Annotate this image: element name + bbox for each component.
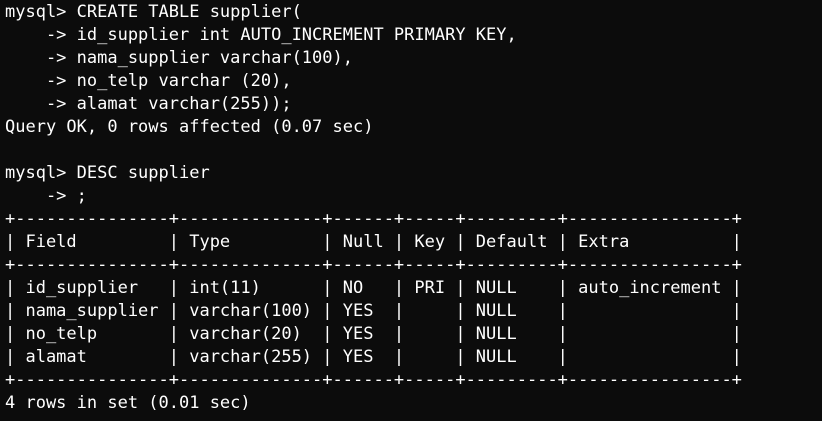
desc-command: mysql> DESC supplier — [5, 163, 210, 183]
table-row: | id_supplier | int(11) | NO | PRI | NUL… — [5, 278, 742, 298]
create-table-command: mysql> CREATE TABLE supplier( — [5, 2, 302, 22]
table-border-top: +---------------+--------------+------+-… — [5, 209, 742, 229]
table-border-bottom: +---------------+--------------+------+-… — [5, 370, 742, 390]
table-row: | nama_supplier | varchar(100) | YES | |… — [5, 301, 742, 321]
create-table-continuation-line: -> alamat varchar(255)); — [5, 94, 292, 114]
table-row: | alamat | varchar(255) | YES | | NULL |… — [5, 347, 742, 367]
create-table-continuation-line: -> nama_supplier varchar(100), — [5, 48, 353, 68]
create-table-continuation-line: -> id_supplier int AUTO_INCREMENT PRIMAR… — [5, 25, 517, 45]
table-header-row: | Field | Type | Null | Key | Default | … — [5, 232, 742, 252]
table-border-mid: +---------------+--------------+------+-… — [5, 255, 742, 275]
create-table-continuation-line: -> no_telp varchar (20), — [5, 71, 292, 91]
query-result-message: Query OK, 0 rows affected (0.07 sec) — [5, 117, 374, 137]
table-row: | no_telp | varchar(20) | YES | | NULL |… — [5, 324, 742, 344]
rows-in-set-message: 4 rows in set (0.01 sec) — [5, 393, 251, 413]
desc-continuation-line: -> ; — [5, 186, 87, 206]
terminal-window[interactable]: mysql> CREATE TABLE supplier( -> id_supp… — [0, 0, 822, 421]
